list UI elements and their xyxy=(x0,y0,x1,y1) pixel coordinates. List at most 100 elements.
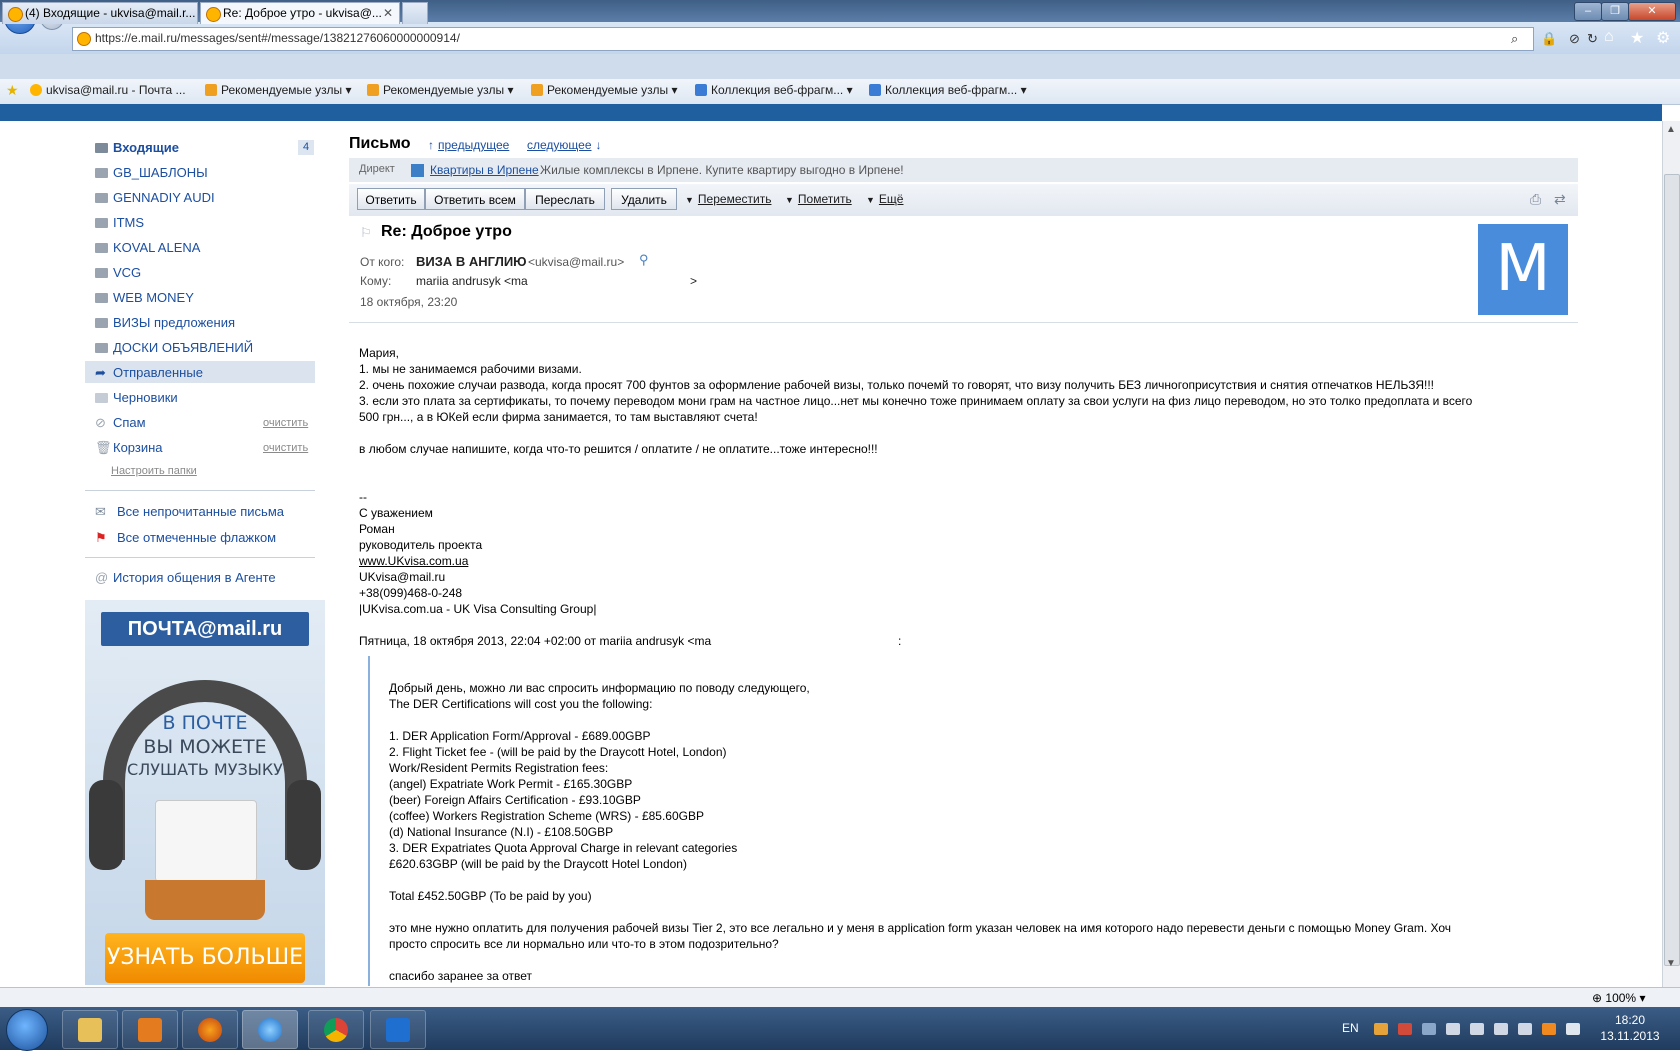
tray-icon[interactable] xyxy=(1566,1023,1580,1035)
keyboard-language[interactable]: EN xyxy=(1342,1021,1359,1035)
direct-ad-link[interactable]: Квартиры в Ирпене xyxy=(430,163,539,177)
tab-inbox[interactable]: (4) Входящие - ukvisa@mail.r... xyxy=(2,2,198,24)
favorites-star-icon[interactable]: ★ xyxy=(6,82,19,99)
quote-line: Work/Resident Permits Registration fees: xyxy=(389,761,609,775)
scroll-up-icon[interactable]: ▲ xyxy=(1666,124,1676,135)
headphone-cup-left xyxy=(89,780,123,870)
translate-icon[interactable]: ⇄ xyxy=(1554,191,1566,208)
prev-message-link[interactable]: ↑ предыдущее xyxy=(428,138,509,152)
more-menu[interactable]: ▼ Ещё xyxy=(866,192,903,206)
quote-line: 2. Flight Ticket fee - (will be paid by … xyxy=(389,745,727,759)
favorite-link[interactable]: ukvisa@mail.ru - Почта ... xyxy=(30,83,186,97)
quote-bar xyxy=(368,656,370,986)
new-tab-button[interactable] xyxy=(402,2,428,24)
ad-text-line2: ВЫ МОЖЕТЕ xyxy=(143,736,267,758)
agent-history-link[interactable]: @ История общения в Агенте xyxy=(95,570,276,585)
sender-name[interactable]: ВИЗА В АНГЛИЮ xyxy=(416,254,527,269)
building-icon xyxy=(411,164,424,177)
favorite-link[interactable]: Рекомендуемые узлы ▾ xyxy=(205,83,352,97)
delete-button[interactable]: Удалить xyxy=(611,188,677,210)
unread-mail-link[interactable]: ✉ Все непрочитанные письма xyxy=(95,504,284,520)
taskbar-chrome[interactable] xyxy=(308,1010,364,1049)
folder-item[interactable]: WEB MONEY xyxy=(95,290,194,305)
folder-item[interactable]: ДОСКИ ОБЪЯВЛЕНИЙ xyxy=(95,340,253,355)
flag-outline-icon[interactable]: ⚐ xyxy=(360,225,372,241)
tray-icon[interactable] xyxy=(1518,1023,1532,1035)
tray-icon[interactable] xyxy=(1422,1023,1436,1035)
clear-spam-link[interactable]: очистить xyxy=(263,417,308,429)
folder-spam[interactable]: ⊘ Спам xyxy=(95,415,146,431)
sent-arrow-icon: ➦ xyxy=(95,365,106,380)
internet-explorer-icon xyxy=(258,1018,282,1042)
header-divider xyxy=(349,322,1578,323)
folder-trash[interactable]: 🗑Корзина xyxy=(95,440,163,456)
system-clock[interactable]: 18:20 13.11.2013 xyxy=(1590,1012,1670,1044)
zoom-control[interactable]: ⊕ 100% ▾ xyxy=(1592,991,1645,1005)
tab-current-message[interactable]: Re: Доброе утро - ukvisa@... ✕ xyxy=(200,2,400,24)
folder-inbox[interactable]: Входящие xyxy=(95,140,179,155)
flagged-mail-link[interactable]: ⚑ Все отмеченные флажком xyxy=(95,530,276,546)
forward-button[interactable]: Переслать xyxy=(525,188,605,210)
network-icon[interactable] xyxy=(1470,1023,1484,1035)
favorite-link[interactable]: Коллекция веб-фрагм... ▾ xyxy=(869,83,1027,97)
scroll-down-icon[interactable]: ▼ xyxy=(1666,958,1676,969)
print-icon[interactable]: ⎙ xyxy=(1530,191,1541,208)
move-menu[interactable]: ▼ Переместить xyxy=(685,192,771,206)
folder-sent[interactable]: ➦ Отправленные xyxy=(95,365,203,381)
taskbar-firefox[interactable] xyxy=(182,1010,238,1049)
settings-gear-icon[interactable]: ⚙ xyxy=(1656,28,1670,48)
stop-icon[interactable]: ⊘ xyxy=(1569,31,1580,47)
favorite-link[interactable]: Рекомендуемые узлы ▾ xyxy=(531,83,678,97)
taskbar-app[interactable] xyxy=(370,1010,426,1049)
sender-search-icon[interactable]: ⚲ xyxy=(639,252,649,268)
home-icon[interactable]: ⌂ xyxy=(1604,28,1614,46)
recipient[interactable]: mariia andrusyk <ma xyxy=(416,274,528,288)
clear-trash-link[interactable]: очистить xyxy=(263,442,308,454)
scrollbar-thumb[interactable] xyxy=(1664,174,1680,966)
folder-icon xyxy=(95,343,108,353)
tab-label: Re: Доброе утро - ukvisa@... xyxy=(223,6,382,20)
url-text: https://e.mail.ru/messages/sent#/message… xyxy=(95,31,460,45)
tray-icon[interactable] xyxy=(1398,1023,1412,1035)
folder-item[interactable]: ВИЗЫ предложения xyxy=(95,315,235,330)
address-bar[interactable]: https://e.mail.ru/messages/sent#/message… xyxy=(72,27,1598,51)
minimize-button[interactable]: – xyxy=(1574,2,1602,21)
folder-drafts[interactable]: Черновики xyxy=(95,390,178,405)
folder-item[interactable]: GENNADIY AUDI xyxy=(95,190,215,205)
close-window-button[interactable]: ✕ xyxy=(1628,2,1676,21)
body-line: 1. мы не занимаемся рабочими визами. xyxy=(359,362,582,376)
taskbar-media-player[interactable] xyxy=(122,1010,178,1049)
reply-button[interactable]: Ответить xyxy=(357,188,425,210)
next-message-link[interactable]: следующее ↓ xyxy=(527,138,602,152)
start-button[interactable] xyxy=(6,1009,48,1051)
volume-icon[interactable] xyxy=(1446,1023,1460,1035)
folder-item[interactable]: ITMS xyxy=(95,215,144,230)
ad-learn-more-button[interactable]: УЗНАТЬ БОЛЬШЕ xyxy=(105,933,305,983)
folder-item[interactable]: VCG xyxy=(95,265,141,280)
favorite-link[interactable]: Рекомендуемые узлы ▾ xyxy=(367,83,514,97)
taskbar-internet-explorer[interactable] xyxy=(242,1010,298,1049)
action-center-flag-icon[interactable] xyxy=(1494,1023,1508,1035)
signature-website-link[interactable]: www.UKvisa.com.ua xyxy=(359,554,468,568)
maximize-button[interactable]: ❐ xyxy=(1601,2,1629,21)
configure-folders-link[interactable]: Настроить папки xyxy=(111,465,197,477)
ad-text-line3: СЛУШАТЬ МУЗЫКУ xyxy=(127,760,283,779)
search-icon[interactable]: ⌕ xyxy=(1511,31,1518,47)
favorite-link[interactable]: Коллекция веб-фрагм... ▾ xyxy=(695,83,853,97)
quote-header-end: : xyxy=(898,634,902,648)
taskbar-explorer[interactable] xyxy=(62,1010,118,1049)
tray-icon[interactable] xyxy=(1542,1023,1556,1035)
favorites-star-icon[interactable]: ★ xyxy=(1630,28,1644,48)
refresh-icon[interactable]: ↻ xyxy=(1587,31,1598,47)
folder-item[interactable]: GB_ШАБЛОНЫ xyxy=(95,165,208,180)
lock-icon[interactable]: 🔒 xyxy=(1541,31,1557,47)
sidebar-ad-banner[interactable]: ПОЧТА@mail.ru В ПОЧТЕ ВЫ МОЖЕТЕ СЛУШАТЬ … xyxy=(85,600,325,985)
folder-item[interactable]: KOVAL ALENA xyxy=(95,240,200,255)
agent-icon: @ xyxy=(95,570,109,585)
reply-all-button[interactable]: Ответить всем xyxy=(425,188,525,210)
sender-email[interactable]: <ukvisa@mail.ru> xyxy=(528,255,624,269)
mark-menu[interactable]: ▼ Пометить xyxy=(785,192,852,206)
tray-icon[interactable] xyxy=(1374,1023,1388,1035)
close-tab-icon[interactable]: ✕ xyxy=(383,3,393,24)
folder-icon xyxy=(95,193,108,203)
